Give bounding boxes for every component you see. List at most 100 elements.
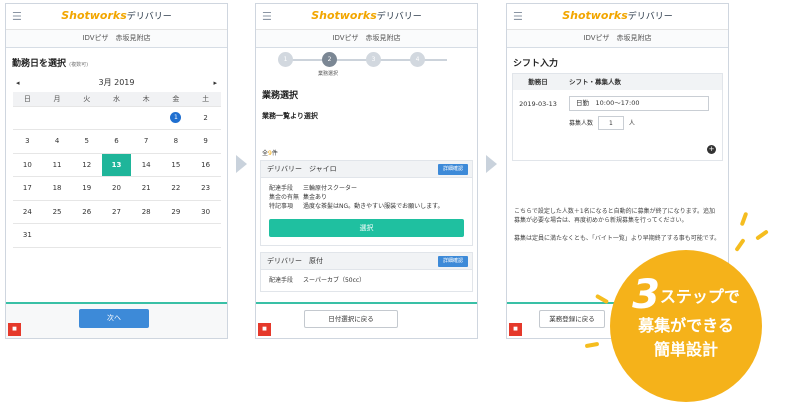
calendar-day[interactable]: 16 <box>190 153 221 177</box>
calendar-empty <box>12 106 43 130</box>
calendar-week: 3456789 <box>12 129 221 154</box>
back-to-job-button[interactable]: 業務登録に戻る <box>539 310 605 328</box>
calendar-empty <box>42 106 72 130</box>
calendar-day[interactable]: 7 <box>131 129 162 154</box>
calendar-week: 17 18 19 20 21 22 23 <box>12 176 221 201</box>
calendar-day[interactable]: 20 <box>101 176 132 201</box>
page-title: 業務選択 <box>262 91 299 101</box>
calendar-day[interactable]: 11 <box>42 153 72 177</box>
calendar-day[interactable]: 13 <box>101 153 132 177</box>
calendar-day[interactable]: 26 <box>71 200 102 224</box>
step-4: 4 <box>410 52 425 67</box>
calendar-day[interactable]: 8 <box>161 129 191 154</box>
add-shift-icon[interactable]: + <box>707 145 716 154</box>
calendar-day[interactable]: 5 <box>71 129 102 154</box>
job-row: 特記事項 過度な茶髪はNG。動きやすい服装でお願いします。 <box>269 203 444 210</box>
calendar-day[interactable]: 2 <box>190 106 221 130</box>
shop-name: IDVピザ 赤坂見附店 <box>507 30 728 48</box>
shift-cell: 日勤 10:00〜17:00 募集人数 1 人 + <box>563 90 722 160</box>
page-title: 勤務日を選択 (複数可) <box>12 59 89 69</box>
calendar-week: 10 11 12 13 14 15 16 <box>12 153 221 177</box>
weekday-header: 日 <box>12 92 43 107</box>
calendar-week: 12 <box>12 106 221 130</box>
job-card-header: デリバリー ジャイロ 詳細確認 <box>260 160 473 178</box>
app-header: ☰ Shotworksデリバリー <box>256 4 477 30</box>
calendar-empty <box>42 223 72 248</box>
shift-date: 2019-03-13 <box>519 100 557 108</box>
job-row: 配達手段 三輪原付スクーター <box>269 185 358 192</box>
weekday-header: 水 <box>101 92 132 107</box>
brand-logo: Shotworksデリバリー <box>61 9 172 22</box>
detail-button[interactable]: 詳細確認 <box>437 256 468 267</box>
shift-time-select[interactable]: 日勤 10:00〜17:00 <box>569 96 709 111</box>
calendar-day[interactable]: 14 <box>131 153 162 177</box>
promo-line-2: 募集ができる <box>638 316 734 335</box>
notice-text: こちらで設定した人数＋1名になると自動的に募集が終了になります。追加募集が必要な… <box>514 208 716 224</box>
page-title: シフト入力 <box>513 59 559 69</box>
footer-bar: 次へ ■ <box>6 302 227 338</box>
next-button[interactable]: 次へ <box>79 309 149 328</box>
corner-logo: ■ <box>258 323 271 336</box>
calendar-day[interactable]: 30 <box>190 200 221 224</box>
calendar-day[interactable]: 29 <box>161 200 191 224</box>
burst-line <box>739 211 749 227</box>
step-2: 2 <box>322 52 337 67</box>
job-card-header: デリバリー 原付 詳細確認 <box>260 252 473 270</box>
recruit-count: 募集人数 1 人 <box>569 116 635 131</box>
chevron-right-icon <box>236 155 247 173</box>
calendar-day[interactable]: 6 <box>101 129 132 154</box>
calendar-day[interactable]: 22 <box>161 176 191 201</box>
calendar-day[interactable]: 23 <box>190 176 221 201</box>
calendar-day[interactable]: 4 <box>42 129 72 154</box>
calendar-day[interactable]: 27 <box>101 200 132 224</box>
back-to-date-button[interactable]: 日付選択に戻る <box>304 310 398 328</box>
promo-badge: 3ステップで 募集ができる 簡単設計 <box>610 250 762 402</box>
job-card-body: 配達手段 スーパーカブ（50cc） <box>260 270 473 292</box>
day-badge: 1 <box>170 112 182 124</box>
step-indicator: 1 2 3 4 業務選択 <box>278 52 455 84</box>
result-count: 全9件 <box>262 150 278 157</box>
burst-line <box>584 341 600 349</box>
calendar-week: 24 25 26 27 28 29 30 <box>12 200 221 224</box>
calendar-empty <box>161 223 191 248</box>
job-title: デリバリー 原付 <box>267 257 323 265</box>
promo-line-3: 簡単設計 <box>653 340 718 359</box>
app-header: ☰ Shotworksデリバリー <box>6 4 227 30</box>
footer-bar: 日付選択に戻る ■ <box>256 302 477 338</box>
shift-table: 勤務日 シフト・募集人数 2019-03-13 日勤 10:00〜17:00 募… <box>512 73 723 161</box>
calendar-day[interactable]: 21 <box>131 176 162 201</box>
step-label: 業務選択 <box>318 71 339 77</box>
calendar-day[interactable]: 10 <box>12 153 43 177</box>
shop-name: IDVピザ 赤坂見附店 <box>6 30 227 48</box>
corner-logo: ■ <box>8 323 21 336</box>
calendar-day[interactable]: 17 <box>12 176 43 201</box>
brand-logo: Shotworksデリバリー <box>562 9 673 22</box>
burst-line <box>755 229 769 241</box>
calendar-day[interactable]: 15 <box>161 153 191 177</box>
calendar-day[interactable]: 3 <box>12 129 43 154</box>
calendar-day[interactable]: 25 <box>42 200 72 224</box>
weekday-header: 火 <box>71 92 102 107</box>
job-row: 配達手段 スーパーカブ（50cc） <box>269 277 366 284</box>
calendar-day[interactable]: 31 <box>12 223 43 248</box>
calendar-day[interactable]: 1 <box>161 106 191 130</box>
calendar-day[interactable]: 19 <box>71 176 102 201</box>
prev-month-icon[interactable]: ◂ <box>16 79 20 87</box>
calendar-empty <box>131 223 162 248</box>
calendar-day[interactable]: 28 <box>131 200 162 224</box>
calendar-empty <box>190 223 221 248</box>
calendar-empty <box>101 223 132 248</box>
calendar-day[interactable]: 24 <box>12 200 43 224</box>
calendar-empty <box>101 106 132 130</box>
select-button[interactable]: 選択 <box>269 219 464 237</box>
shift-table-header: 勤務日 シフト・募集人数 <box>513 74 722 90</box>
burst-line <box>734 238 746 252</box>
next-month-icon[interactable]: ▸ <box>213 79 217 87</box>
corner-logo: ■ <box>509 323 522 336</box>
recruit-count-input[interactable]: 1 <box>597 116 624 130</box>
calendar-day[interactable]: 12 <box>71 153 102 177</box>
detail-button[interactable]: 詳細確認 <box>437 164 468 175</box>
calendar-day[interactable]: 9 <box>190 129 221 154</box>
page-subtitle: 業務一覧より選択 <box>262 112 318 120</box>
calendar-day[interactable]: 18 <box>42 176 72 201</box>
